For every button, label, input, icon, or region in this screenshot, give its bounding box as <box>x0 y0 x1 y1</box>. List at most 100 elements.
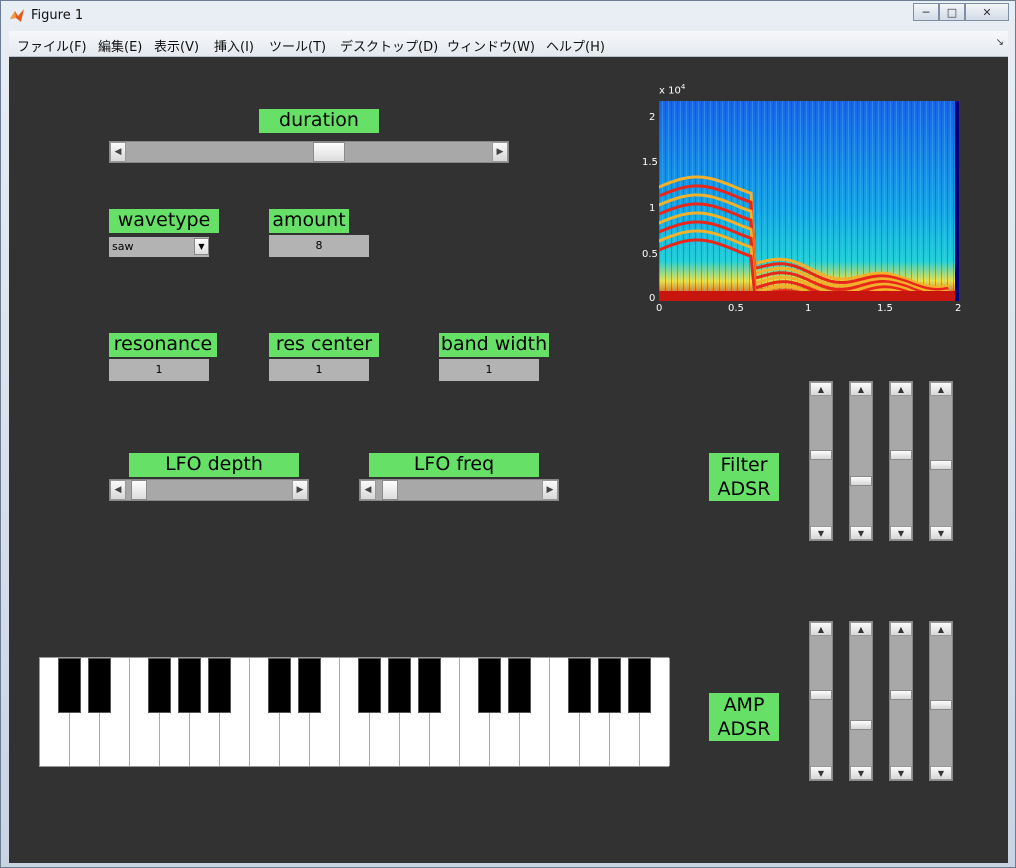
menu-window[interactable]: ウィンドウ(W) <box>447 36 535 55</box>
lfo-freq-slider[interactable]: ◀ ▶ <box>359 479 559 501</box>
lfo-depth-slider[interactable]: ◀ ▶ <box>109 479 309 501</box>
slider-thumb[interactable] <box>850 476 872 487</box>
slider-thumb[interactable] <box>890 450 912 460</box>
close-icon[interactable]: ✕ <box>965 3 1009 21</box>
maximize-icon[interactable]: □ <box>939 3 965 21</box>
slider-thumb[interactable] <box>930 459 952 470</box>
arrow-up-icon[interactable]: ▲ <box>810 622 832 636</box>
amount-field[interactable]: 8 <box>269 235 369 257</box>
duration-label: duration <box>259 109 379 133</box>
y-tick-label: 1.5 <box>642 157 658 168</box>
menu-edit[interactable]: 編集(E) <box>98 36 142 55</box>
slider-thumb[interactable] <box>850 720 872 730</box>
y-tick-label: 2 <box>649 112 656 123</box>
amp-adsr-label-line2: ADSR <box>717 718 771 740</box>
black-key[interactable] <box>478 658 501 713</box>
res-center-label: res center <box>269 333 379 357</box>
amp-adsr-label: AMP ADSR <box>709 693 779 741</box>
black-key[interactable] <box>628 658 651 713</box>
arrow-up-icon[interactable]: ▲ <box>850 382 872 396</box>
slider-left-arrow-icon[interactable]: ◀ <box>110 142 126 162</box>
slider-thumb[interactable] <box>810 450 832 460</box>
filter-decay-slider[interactable]: ▲ ▼ <box>849 381 873 541</box>
figure-canvas: duration ◀ ▶ wavetype saw ▼ amount 8 res… <box>9 57 1008 863</box>
slider-right-arrow-icon[interactable]: ▶ <box>292 480 308 500</box>
x-tick-label: 0 <box>656 303 663 314</box>
black-key[interactable] <box>268 658 291 713</box>
slider-thumb[interactable] <box>382 480 398 500</box>
menu-desktop[interactable]: デスクトップ(D) <box>340 36 438 55</box>
slider-thumb[interactable] <box>130 480 147 500</box>
spectrogram-plot <box>659 101 959 301</box>
arrow-up-icon[interactable]: ▲ <box>810 382 832 396</box>
y-tick-label: 1 <box>649 203 656 214</box>
filter-attack-slider[interactable]: ▲ ▼ <box>809 381 833 541</box>
arrow-down-icon[interactable]: ▼ <box>850 766 872 780</box>
resonance-field[interactable]: 1 <box>109 359 209 381</box>
wavetype-selected: saw <box>112 240 134 253</box>
black-key[interactable] <box>418 658 441 713</box>
slider-thumb[interactable] <box>890 690 912 700</box>
black-key[interactable] <box>508 658 531 713</box>
black-key[interactable] <box>388 658 411 713</box>
menu-help[interactable]: ヘルプ(H) <box>546 36 605 55</box>
wavetype-dropdown[interactable]: saw ▼ <box>109 237 209 257</box>
minimize-icon[interactable]: ─ <box>913 3 939 21</box>
arrow-down-icon[interactable]: ▼ <box>810 526 832 540</box>
x-tick-label: 2 <box>955 303 962 314</box>
chevron-down-icon[interactable]: ▼ <box>194 238 209 255</box>
black-key[interactable] <box>58 658 81 713</box>
amp-attack-slider[interactable]: ▲ ▼ <box>809 621 833 781</box>
black-key[interactable] <box>358 658 381 713</box>
resonance-label: resonance <box>109 333 217 357</box>
amp-decay-slider[interactable]: ▲ ▼ <box>849 621 873 781</box>
filter-sustain-slider[interactable]: ▲ ▼ <box>889 381 913 541</box>
black-key[interactable] <box>208 658 231 713</box>
black-key[interactable] <box>148 658 171 713</box>
arrow-down-icon[interactable]: ▼ <box>810 766 832 780</box>
amp-release-slider[interactable]: ▲ ▼ <box>929 621 953 781</box>
arrow-up-icon[interactable]: ▲ <box>930 382 952 396</box>
lfo-depth-label: LFO depth <box>129 453 299 477</box>
menu-bar: ファイル(F) 編集(E) 表示(V) 挿入(I) ツール(T) デスクトップ(… <box>9 31 1008 57</box>
arrow-up-icon[interactable]: ▲ <box>890 622 912 636</box>
arrow-down-icon[interactable]: ▼ <box>890 766 912 780</box>
amp-sustain-slider[interactable]: ▲ ▼ <box>889 621 913 781</box>
menu-tools[interactable]: ツール(T) <box>269 36 326 55</box>
band-width-field[interactable]: 1 <box>439 359 539 381</box>
dock-arrow-icon[interactable]: ↘ <box>996 37 1004 48</box>
menu-file[interactable]: ファイル(F) <box>17 36 87 55</box>
arrow-up-icon[interactable]: ▲ <box>850 622 872 636</box>
filter-adsr-label: Filter ADSR <box>709 453 779 501</box>
y-tick-label: 0.5 <box>642 249 658 260</box>
slider-left-arrow-icon[interactable]: ◀ <box>110 480 126 500</box>
menu-view[interactable]: 表示(V) <box>154 36 199 55</box>
y-tick-label: 0 <box>649 293 656 304</box>
arrow-up-icon[interactable]: ▲ <box>930 622 952 636</box>
arrow-up-icon[interactable]: ▲ <box>890 382 912 396</box>
slider-thumb[interactable] <box>810 690 832 700</box>
menu-insert[interactable]: 挿入(I) <box>214 36 254 55</box>
black-key[interactable] <box>88 658 111 713</box>
figure-window: Figure 1 ─ □ ✕ ファイル(F) 編集(E) 表示(V) 挿入(I)… <box>0 0 1016 868</box>
filter-adsr-label-line1: Filter <box>720 454 768 476</box>
black-key[interactable] <box>568 658 591 713</box>
arrow-down-icon[interactable]: ▼ <box>850 526 872 540</box>
res-center-field[interactable]: 1 <box>269 359 369 381</box>
exponent-base: x 10 <box>659 85 681 97</box>
slider-right-arrow-icon[interactable]: ▶ <box>542 480 558 500</box>
slider-left-arrow-icon[interactable]: ◀ <box>360 480 376 500</box>
slider-right-arrow-icon[interactable]: ▶ <box>492 142 508 162</box>
black-key[interactable] <box>178 658 201 713</box>
arrow-down-icon[interactable]: ▼ <box>930 526 952 540</box>
black-key[interactable] <box>598 658 621 713</box>
arrow-down-icon[interactable]: ▼ <box>930 766 952 780</box>
filter-release-slider[interactable]: ▲ ▼ <box>929 381 953 541</box>
amp-adsr-label-line1: AMP <box>723 694 765 716</box>
arrow-down-icon[interactable]: ▼ <box>890 526 912 540</box>
slider-thumb[interactable] <box>313 142 346 162</box>
duration-slider[interactable]: ◀ ▶ <box>109 141 509 163</box>
slider-thumb[interactable] <box>930 699 952 710</box>
x-tick-label: 1 <box>805 303 812 314</box>
black-key[interactable] <box>298 658 321 713</box>
